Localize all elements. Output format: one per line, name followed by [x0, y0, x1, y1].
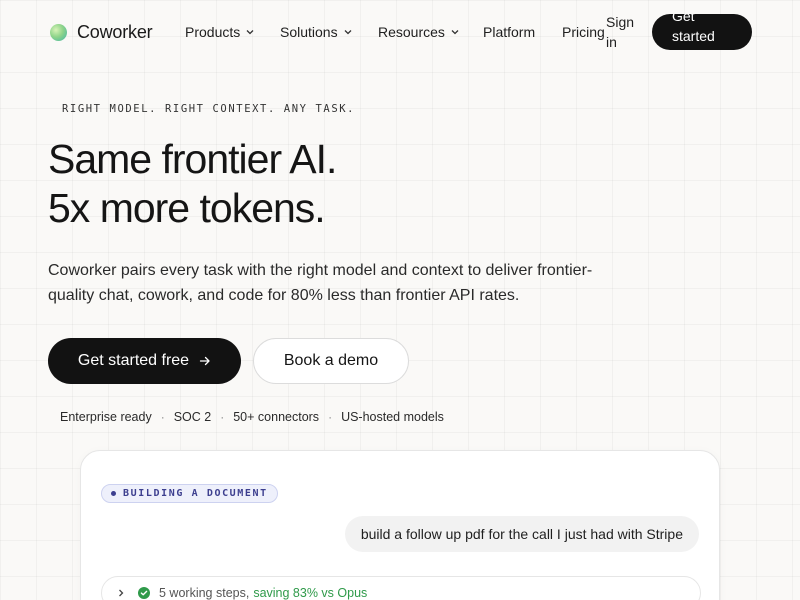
hero-title: Same frontier AI. 5x more tokens. — [48, 135, 337, 233]
nav-item-label: Solutions — [280, 24, 338, 40]
nav-item-resources[interactable]: Resources — [378, 24, 460, 40]
demo-card: BUILDING A DOCUMENT build a follow up pd… — [80, 450, 720, 600]
status-badge: BUILDING A DOCUMENT — [101, 484, 278, 503]
logo[interactable]: Coworker — [50, 22, 153, 43]
user-message-bubble: build a follow up pdf for the call I jus… — [344, 516, 699, 552]
nav-item-label: Platform — [483, 24, 536, 40]
hero-title-line1: Same frontier AI. — [48, 136, 337, 182]
check-circle-icon — [138, 587, 150, 599]
nav-item-solutions[interactable]: Solutions — [280, 24, 353, 40]
nav-item-products[interactable]: Products — [185, 24, 255, 40]
trust-separator: · — [160, 410, 165, 424]
steps-text: 5 working steps, — [159, 586, 250, 600]
trust-separator: · — [328, 410, 333, 424]
trust-separator: · — [220, 410, 225, 424]
trust-item: US-hosted models — [341, 410, 444, 424]
nav-item-pricing[interactable]: Pricing — [562, 24, 605, 40]
gradient-circle-icon — [50, 24, 67, 41]
trust-item: 50+ connectors — [233, 410, 320, 424]
hero-subtitle: Coworker pairs every task with the right… — [48, 262, 593, 304]
get-started-label: Get started free — [77, 352, 190, 369]
brand-name: Coworker — [77, 22, 153, 42]
nav-item-label: Resources — [378, 24, 445, 40]
trust-item: Enterprise ready — [60, 410, 152, 424]
user-message-text: build a follow up pdf for the call I jus… — [360, 526, 683, 542]
arrow-right-icon — [199, 356, 210, 366]
working-steps-toggle[interactable]: 5 working steps, saving 83% vs Opus — [101, 576, 701, 600]
nav-item-label: Pricing — [562, 24, 605, 40]
chevron-down-icon — [450, 27, 460, 37]
chevron-down-icon — [343, 27, 353, 37]
steps-saving: saving 83% vs Opus — [253, 586, 368, 600]
nav-item-platform[interactable]: Platform — [483, 24, 535, 40]
top-nav: Coworker Products Solutions Resources Pl… — [0, 0, 800, 64]
hero-eyebrow: RIGHT MODEL. RIGHT CONTEXT. ANY TASK. — [62, 103, 356, 115]
sign-in-link[interactable]: Sign in — [606, 12, 646, 52]
nav-get-started-button[interactable]: Get started free — [652, 14, 752, 50]
chevron-right-icon — [119, 589, 124, 597]
book-demo-label: Book a demo — [283, 352, 379, 369]
status-dot-icon — [111, 491, 116, 496]
status-badge-label: BUILDING A DOCUMENT — [123, 488, 268, 499]
hero-title-line2: 5x more tokens. — [48, 185, 326, 231]
book-demo-button[interactable]: Book a demo — [253, 338, 409, 384]
chevron-down-icon — [245, 27, 255, 37]
nav-cta-label: Get started free — [672, 14, 715, 50]
get-started-button[interactable]: Get started free — [48, 338, 241, 384]
trust-list: Enterprise ready · SOC 2 · 50+ connector… — [60, 410, 444, 424]
trust-item: SOC 2 — [173, 410, 212, 424]
nav-item-label: Products — [185, 24, 241, 40]
